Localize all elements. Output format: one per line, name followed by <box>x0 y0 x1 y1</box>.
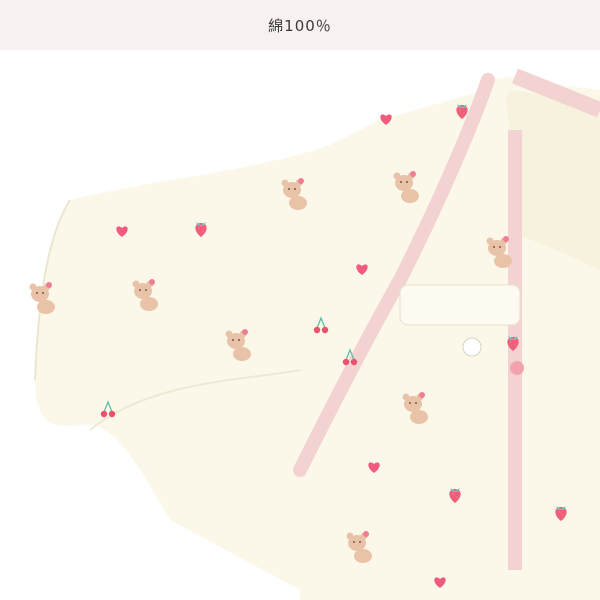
material-label: 綿100％ <box>268 16 332 35</box>
snap-button-white <box>462 337 482 357</box>
material-banner: 綿100％ <box>0 0 600 50</box>
closure-tab <box>399 284 521 326</box>
garment-illustration <box>29 68 600 600</box>
product-photo <box>0 50 600 600</box>
snap-button-pink <box>510 361 524 375</box>
